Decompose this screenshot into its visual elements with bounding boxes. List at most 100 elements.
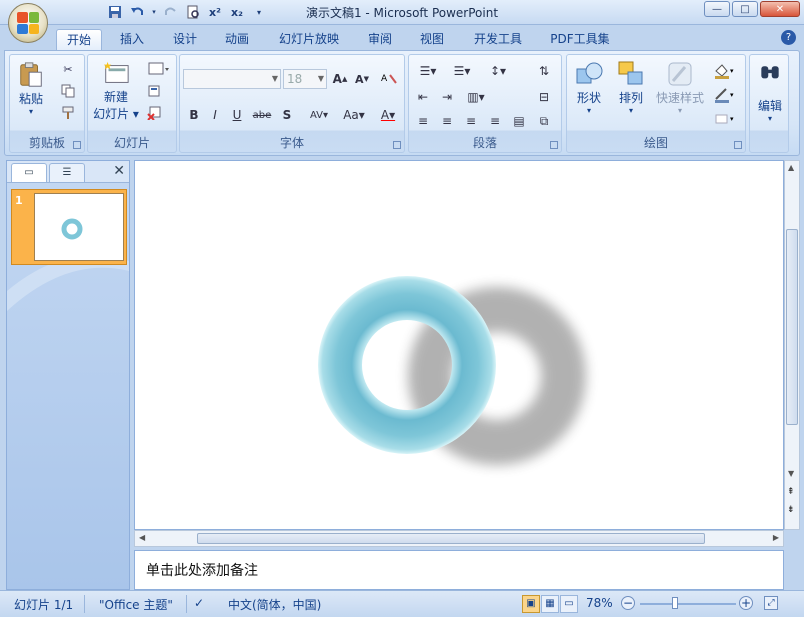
align-left-button[interactable]: ≡ [413,111,433,131]
tab-insert[interactable]: 插入 [110,29,154,50]
minimize-button[interactable]: — [704,1,730,17]
align-text-button[interactable]: ⊟ [533,87,555,107]
paragraph-launcher-icon[interactable] [550,141,558,149]
drawing-group: 形状 ▾ 排列 ▾ 快速样式 ▾ ▾ ▾ ▾ 绘图 [566,54,746,153]
prev-slide-button[interactable]: ⇞ [787,487,795,497]
tab-view[interactable]: 视图 [410,29,454,50]
help-icon[interactable]: ? [781,30,796,45]
tab-developer[interactable]: 开发工具 [463,29,533,50]
tab-outline[interactable]: ☰ [49,163,85,182]
shape-outline-icon[interactable]: ▾ [711,85,739,105]
font-size-combo[interactable]: 18 ▼ [283,69,327,89]
notes-placeholder: 单击此处添加备注 [146,563,258,579]
new-slide-icon [103,61,129,83]
office-button[interactable] [8,3,48,43]
tab-design[interactable]: 设计 [163,29,207,50]
tab-review[interactable]: 审阅 [358,29,402,50]
donut-shape[interactable] [135,161,783,529]
close-button[interactable]: ✕ [760,1,800,17]
arrange-button[interactable]: 排列 ▾ [613,59,649,115]
notes-pane[interactable]: 单击此处添加备注 [134,550,784,590]
normal-view-button[interactable]: ▣ [522,595,540,613]
shape-effects-icon[interactable]: ▾ [711,109,739,129]
distribute-button[interactable]: ▤ [509,111,529,131]
paste-icon [20,62,42,87]
bold-button[interactable]: B [185,105,203,125]
smartart-button[interactable]: ⧉ [533,111,555,131]
line-spacing-button[interactable]: ↕▾ [483,61,513,81]
language[interactable]: 中文(简体，中国) [228,596,321,613]
font-color-button[interactable]: A▾ [374,105,402,125]
align-center-button[interactable]: ≡ [437,111,457,131]
format-painter-icon[interactable] [60,105,76,121]
zoom-in-button[interactable]: + [739,596,753,610]
drawing-launcher-icon[interactable] [734,141,742,149]
thumbnail-canvas [34,193,124,261]
decrease-indent-button[interactable]: ⇤ [413,87,433,107]
vertical-scrollbar[interactable]: ▲ ▼ ⇞ ⇟ [784,160,800,530]
vertical-scroll-thumb[interactable] [786,229,798,425]
close-pane-icon[interactable]: ✕ [113,163,125,179]
shape-fill-icon[interactable]: ▾ [711,61,739,81]
underline-button[interactable]: U [228,105,246,125]
zoom-slider-thumb[interactable] [672,597,678,609]
cut-icon[interactable]: ✂ [60,61,76,77]
justify-button[interactable]: ≡ [485,111,505,131]
status-bar: 幻灯片 1/1 "Office 主题" ✓ 中文(简体，中国) ▣ ▦ ▭ 78… [0,590,804,617]
clear-format-icon[interactable]: A [378,69,400,89]
grow-font-button[interactable]: A ▲ [330,69,350,89]
columns-button[interactable]: ▥▾ [461,87,491,107]
italic-button[interactable]: I [206,105,224,125]
char-spacing-button[interactable]: AV▾ [302,105,336,125]
quick-styles-button[interactable]: 快速样式 ▾ [655,59,705,115]
font-name-combo[interactable]: ▼ [183,69,281,89]
layout-icon[interactable] [146,61,172,77]
new-slide-button[interactable]: 新建 幻灯片 ▾ [90,60,142,122]
delete-slide-icon[interactable] [146,105,162,121]
slideshow-view-button[interactable]: ▭ [560,595,578,613]
tab-home[interactable]: 开始 [56,29,102,50]
fit-to-window-icon[interactable]: ⤢ [764,596,778,610]
align-right-button[interactable]: ≡ [461,111,481,131]
svg-text:▾: ▾ [730,67,734,75]
font-group: ▼ 18 ▼ A ▲ A ▼ A B I U abe S AV▾ Aa▾ A▾ 字体 [179,54,405,153]
numbering-button[interactable]: ☰▾ [447,61,477,81]
slide-canvas[interactable] [134,160,784,530]
slide-thumbnail[interactable]: 1 [11,189,127,265]
editing-button[interactable]: 编辑 ▾ [752,61,788,123]
arrange-label: 排列 [618,91,643,105]
horizontal-scroll-thumb[interactable] [197,533,705,544]
tab-slideshow[interactable]: 幻灯片放映 [268,29,350,50]
tab-slides-thumbnails[interactable]: ▭ [11,163,47,182]
strikethrough-button[interactable]: abe [250,105,274,125]
copy-icon[interactable] [60,83,76,99]
tab-pdf-tools[interactable]: PDF工具集 [542,29,618,50]
increase-indent-button[interactable]: ⇥ [437,87,457,107]
zoom-slider[interactable] [640,603,736,605]
horizontal-scrollbar[interactable]: ◀ ▶ [134,530,784,547]
slides-pane: ▭ ☰ ✕ 1 [6,160,130,590]
clipboard-launcher-icon[interactable] [73,141,81,149]
bullets-button[interactable]: ☰▾ [413,61,443,81]
zoom-level[interactable]: 78% [586,596,613,610]
reset-slide-icon[interactable] [146,83,162,99]
font-launcher-icon[interactable] [393,141,401,149]
next-slide-button[interactable]: ⇟ [787,505,795,515]
shrink-font-button[interactable]: A ▼ [352,69,372,89]
slide-sorter-view-button[interactable]: ▦ [541,595,559,613]
text-direction-button[interactable]: ⇅ [533,61,555,81]
paste-button[interactable]: 粘贴 ▾ [14,60,48,116]
theme-name[interactable]: "Office 主题" [99,596,173,613]
shadow-button[interactable]: S [278,105,296,125]
tab-animations[interactable]: 动画 [215,29,259,50]
change-case-button[interactable]: Aa▾ [338,105,370,125]
spell-check-icon[interactable]: ✓ [194,596,204,610]
zoom-out-button[interactable]: − [621,596,635,610]
ribbon: 粘贴 ▾ ✂ 剪贴板 新建 幻灯片 ▾ 幻灯片 ▼ 18 ▼ A ▲ A ▼ A… [4,50,800,156]
maximize-button[interactable]: □ [732,1,758,17]
editing-label: 编辑 [757,99,782,113]
editing-group: 编辑 ▾ [749,54,789,153]
shapes-button[interactable]: 形状 ▾ [571,59,607,115]
title-bar: ▾ x² x₂ ▾ 演示文稿1 - Microsoft PowerPoint —… [0,0,804,25]
svg-text:▾: ▾ [730,91,734,99]
